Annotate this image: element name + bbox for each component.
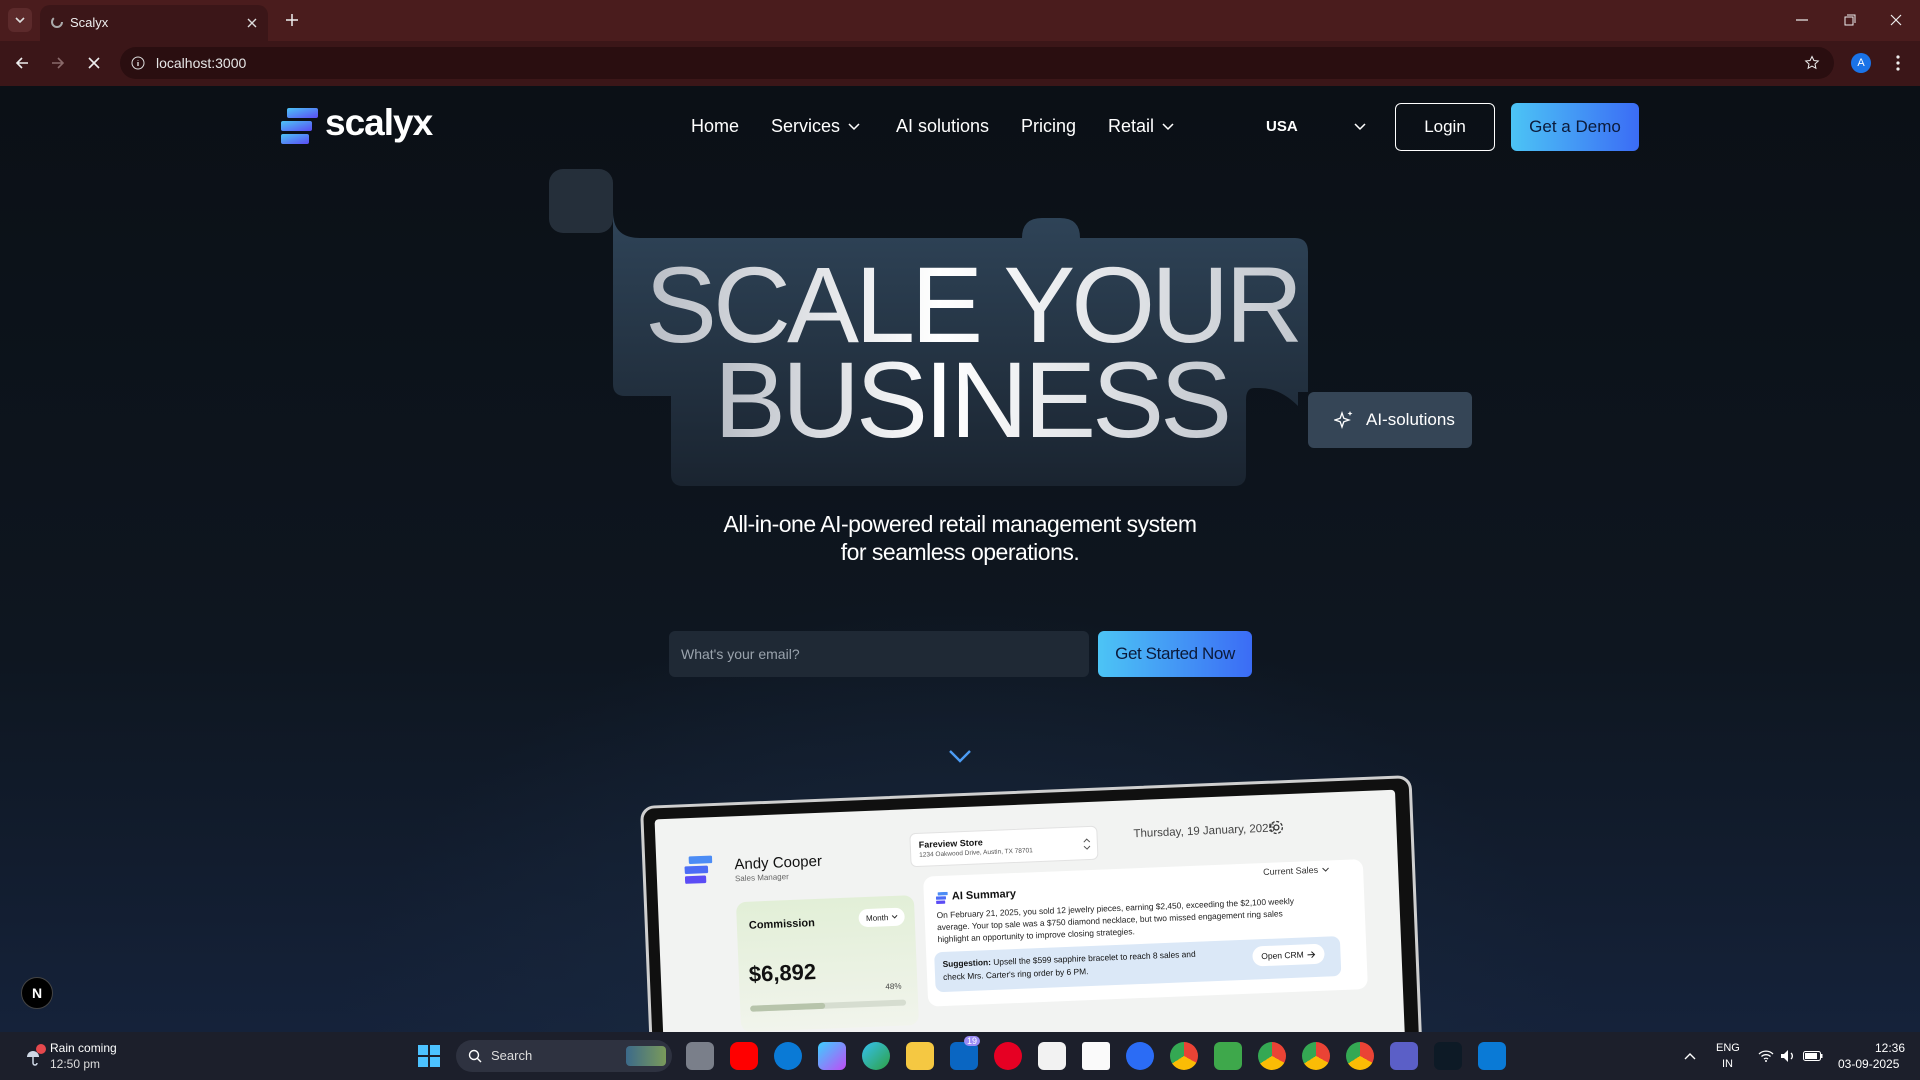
- teams-icon[interactable]: [1390, 1042, 1418, 1070]
- email-input[interactable]: [669, 631, 1089, 677]
- ai-summary-card: AI Summary Current Sales On February 21,…: [923, 859, 1368, 1007]
- search-icon: [468, 1049, 482, 1063]
- windows-taskbar: Rain coming 12:50 pm Search 19 ENG IN 12…: [0, 1032, 1920, 1080]
- open-crm-button[interactable]: Open CRM: [1252, 943, 1325, 967]
- suggestion-label: Suggestion:: [942, 957, 992, 969]
- weather-time: 12:50 pm: [50, 1057, 101, 1071]
- chevron-updown-icon: [1083, 838, 1091, 850]
- suggestion-text-2: check Mrs. Carter's ring order by 6 PM.: [942, 966, 1089, 982]
- vscode-icon[interactable]: [1478, 1042, 1506, 1070]
- store-selector[interactable]: Fareview Store 1234 Oakwood Drive, Austi…: [909, 825, 1099, 868]
- get-started-button[interactable]: Get Started Now: [1098, 631, 1252, 677]
- volume-icon[interactable]: [1778, 1046, 1798, 1066]
- commission-card: Commission Month $6,892 48%: [735, 895, 920, 1032]
- address-bar[interactable]: localhost:3000: [120, 47, 1834, 79]
- commission-progress-track: [750, 999, 907, 1012]
- site-info-icon[interactable]: [130, 55, 146, 71]
- chevron-down-icon: [1322, 867, 1329, 872]
- page-viewport: scalyx Home Services AI solutions Pricin…: [0, 86, 1920, 1032]
- chevron-down-icon: [891, 914, 898, 919]
- edge-icon[interactable]: [862, 1042, 890, 1070]
- notepad-icon[interactable]: [1082, 1042, 1110, 1070]
- commission-progress-fill: [750, 1002, 826, 1012]
- weather-icon[interactable]: [20, 1042, 48, 1070]
- window-close-icon[interactable]: [1886, 10, 1906, 30]
- wifi-icon[interactable]: [1756, 1046, 1776, 1066]
- ai-logo-icon: [935, 891, 948, 905]
- sparkle-icon: [1334, 411, 1353, 429]
- nextjs-badge[interactable]: N: [21, 977, 53, 1009]
- profile-avatar[interactable]: A: [1851, 53, 1871, 73]
- commission-value: $6,892: [748, 959, 817, 987]
- linkedin-badge: 19: [964, 1036, 981, 1046]
- windows-start-icon[interactable]: [417, 1044, 441, 1068]
- dashboard-logo-icon: [684, 855, 713, 884]
- browser-tab-strip: Scalyx: [0, 0, 1920, 41]
- clock-date[interactable]: 03-09-2025: [1838, 1057, 1899, 1071]
- clock-time[interactable]: 12:36: [1875, 1041, 1905, 1055]
- youtube-icon[interactable]: [730, 1042, 758, 1070]
- user-role: Sales Manager: [734, 872, 789, 884]
- minimize-icon[interactable]: [1792, 10, 1812, 30]
- stop-loading-icon[interactable]: [82, 51, 106, 75]
- linkedin-icon[interactable]: 19: [950, 1036, 981, 1070]
- show-hidden-icons-chevron[interactable]: [1680, 1046, 1700, 1066]
- browser-menu-icon[interactable]: [1888, 53, 1908, 73]
- microsoft-store-icon[interactable]: [1038, 1042, 1066, 1070]
- tab-search-chevron-icon[interactable]: [8, 8, 32, 32]
- search-highlight-image: [626, 1046, 666, 1066]
- taskbar-search[interactable]: Search: [456, 1040, 672, 1072]
- suggestion-text-1: Upsell the $599 sapphire bracelet to rea…: [993, 948, 1196, 967]
- browser-tab-active[interactable]: Scalyx: [40, 5, 268, 41]
- restore-icon[interactable]: [1840, 10, 1860, 30]
- settings-gear-icon[interactable]: [1267, 818, 1286, 837]
- pinterest-icon[interactable]: [994, 1042, 1022, 1070]
- weather-title: Rain coming: [50, 1041, 117, 1055]
- hp-icon[interactable]: [774, 1042, 802, 1070]
- tab-close-icon[interactable]: [244, 15, 260, 31]
- task-view-icon[interactable]: [686, 1042, 714, 1070]
- hero-title-line-2: BUSINESS: [714, 339, 1232, 460]
- language-code[interactable]: ENG: [1716, 1042, 1740, 1054]
- tab-title: Scalyx: [70, 15, 109, 30]
- period-dropdown[interactable]: Month: [858, 907, 906, 928]
- suggestion-box: Suggestion: Upsell the $599 sapphire bra…: [934, 936, 1342, 993]
- new-tab-icon[interactable]: [282, 10, 302, 30]
- bookmark-star-icon[interactable]: [1802, 53, 1822, 73]
- chrome-icon[interactable]: [1170, 1042, 1198, 1070]
- forward-arrow-icon[interactable]: [46, 51, 70, 75]
- scroll-down-chevron-icon[interactable]: [946, 746, 974, 766]
- ai-solutions-pill[interactable]: AI-solutions: [1308, 392, 1472, 448]
- url-text: localhost:3000: [156, 55, 247, 71]
- chrome-profile-3-icon[interactable]: [1302, 1042, 1330, 1070]
- copilot-icon[interactable]: [818, 1042, 846, 1070]
- tl-app-icon[interactable]: [1434, 1042, 1462, 1070]
- arrow-right-icon: [1307, 950, 1316, 958]
- back-arrow-icon[interactable]: [10, 51, 34, 75]
- file-explorer-icon[interactable]: [906, 1042, 934, 1070]
- dashboard-mockup: Andy Cooper Sales Manager Fareview Store…: [640, 775, 1425, 1032]
- user-name: Andy Cooper: [734, 852, 823, 874]
- commission-percent: 48%: [885, 981, 902, 992]
- dashboard-screen: Andy Cooper Sales Manager Fareview Store…: [654, 789, 1407, 1032]
- photos-icon[interactable]: [1214, 1042, 1242, 1070]
- dashboard-date: Thursday, 19 January, 2025: [1133, 822, 1276, 841]
- chrome-active-icon[interactable]: [1346, 1042, 1374, 1070]
- loading-spinner-icon: [50, 15, 64, 29]
- current-sales-dropdown[interactable]: Current Sales: [1263, 864, 1329, 877]
- battery-icon[interactable]: [1802, 1046, 1824, 1066]
- language-region[interactable]: IN: [1722, 1058, 1733, 1070]
- hero-subtitle: All-in-one AI-powered retail management …: [723, 511, 1197, 565]
- chrome-profile-2-icon[interactable]: [1258, 1042, 1286, 1070]
- media-player-icon[interactable]: [1126, 1042, 1154, 1070]
